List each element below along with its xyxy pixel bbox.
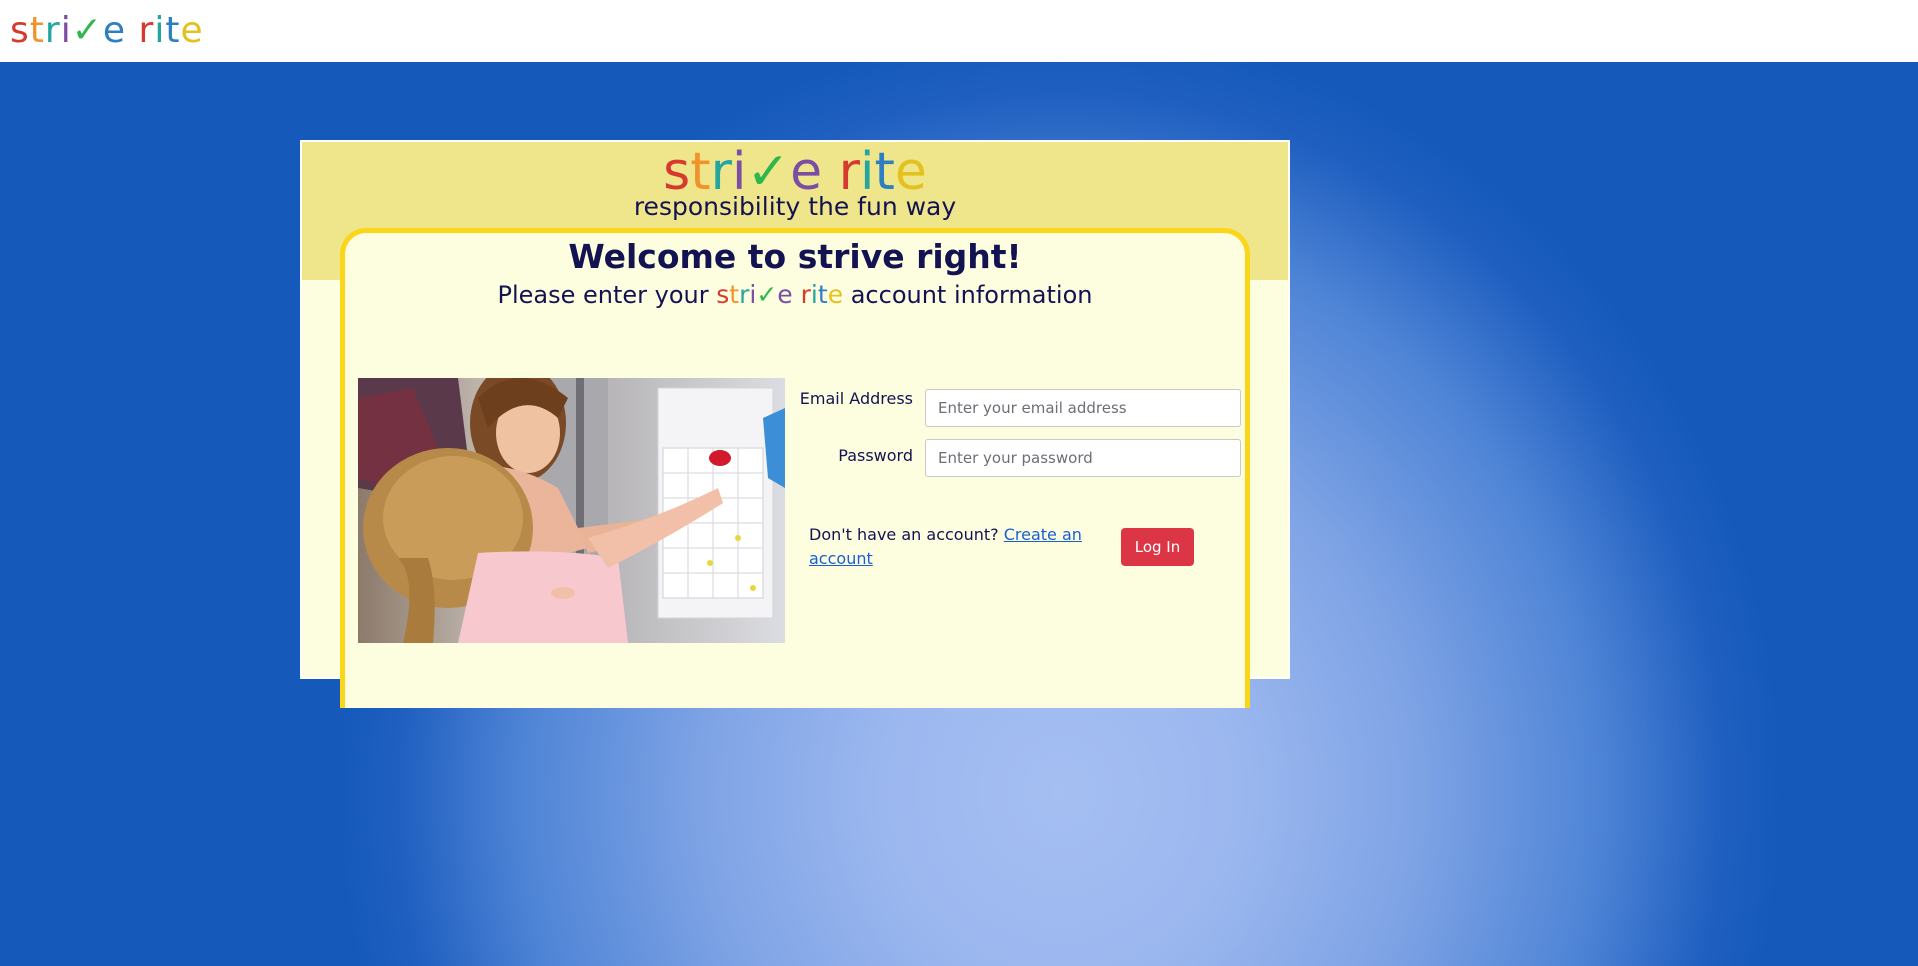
tagline: responsibility the fun way xyxy=(633,192,957,221)
welcome-heading: Welcome to strive right! xyxy=(568,237,1022,276)
background-stage: stri✓e rite responsibility the fun way W… xyxy=(0,62,1918,966)
password-label: Password xyxy=(838,446,913,465)
instruction-text: Please enter your stri✓e rite account in… xyxy=(345,277,1245,313)
instruction-prefix: Please enter your xyxy=(497,281,709,309)
no-account-text: Don't have an account? xyxy=(809,525,999,544)
password-input[interactable] xyxy=(925,439,1241,477)
inline-logo: stri✓e rite xyxy=(716,280,844,309)
login-button[interactable]: Log In xyxy=(1121,528,1194,566)
email-label: Email Address xyxy=(799,389,913,408)
top-bar: stri✓e rite xyxy=(0,0,1918,62)
mother-child-photo xyxy=(358,378,785,643)
login-panel: Welcome to strive right! Please enter yo… xyxy=(340,228,1250,708)
email-input[interactable] xyxy=(925,389,1241,427)
header-logo[interactable]: stri✓e rite xyxy=(10,8,204,54)
no-account-prompt: Don't have an account? Create an account xyxy=(809,523,1089,571)
instruction-suffix: account information xyxy=(850,281,1093,309)
login-card: stri✓e rite responsibility the fun way W… xyxy=(300,140,1290,708)
